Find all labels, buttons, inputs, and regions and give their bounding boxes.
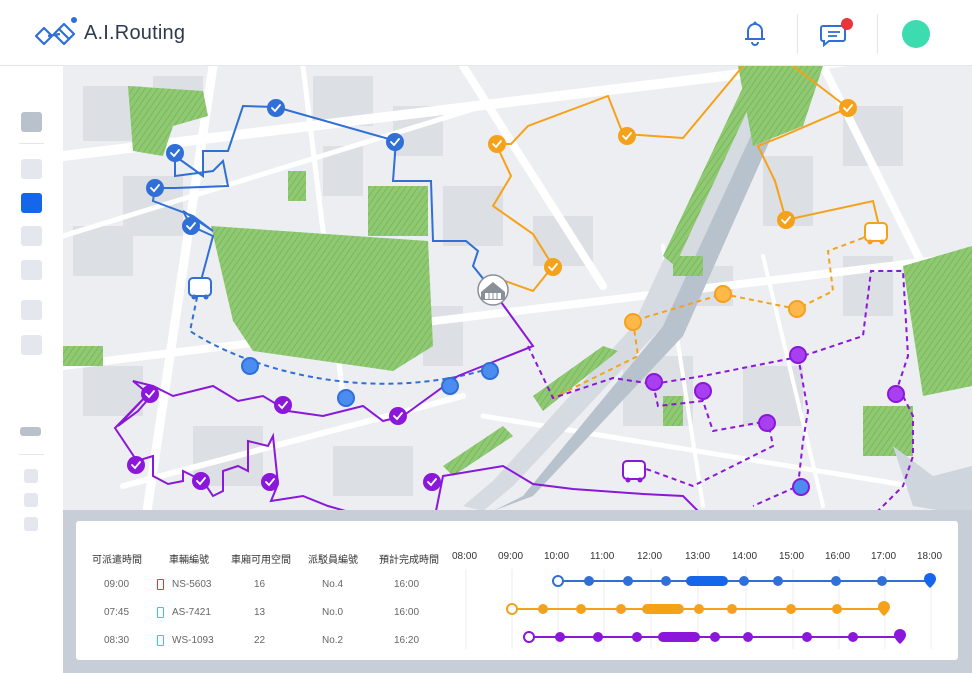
sidebar-item-1[interactable] — [21, 112, 42, 132]
sidebar-item-6[interactable] — [21, 335, 42, 355]
sidebar-item-2[interactable] — [21, 159, 42, 179]
header-divider — [877, 14, 878, 54]
truck-icon-purple — [622, 460, 646, 483]
schedule-card: 可派遣時間 車輛編號 車廂可用空間 派駁員編號 預計完成時間 09:00 NS-… — [76, 521, 958, 660]
sidebar-item-9[interactable] — [24, 517, 38, 531]
truck-icon-orange — [864, 222, 888, 245]
sidebar-item-3[interactable] — [21, 226, 42, 246]
bell-icon[interactable] — [740, 18, 770, 48]
avatar[interactable] — [902, 20, 930, 48]
sidebar-item-7[interactable] — [24, 469, 38, 483]
top-header: A.I.Routing — [0, 0, 972, 66]
chat-icon[interactable] — [820, 18, 856, 48]
sidebar-item-active[interactable] — [21, 193, 42, 213]
app-title: A.I.Routing — [84, 22, 186, 44]
sidebar-divider — [19, 454, 44, 455]
sidebar-item-8[interactable] — [24, 493, 38, 507]
truck-icon-blue — [188, 277, 212, 300]
dispatch-panel: 可派遣時間 車輛編號 車廂可用空間 派駁員編號 預計完成時間 09:00 NS-… — [63, 510, 972, 673]
sidebar-divider — [19, 143, 44, 144]
sidebar-item-collapse[interactable] — [20, 427, 41, 436]
timeline-gantt[interactable] — [76, 521, 958, 660]
notification-dot — [841, 18, 853, 30]
sidebar-item-4[interactable] — [21, 260, 42, 280]
sidebar-item-5[interactable] — [21, 300, 42, 320]
header-divider — [797, 14, 798, 54]
satellite-logo-icon — [34, 17, 77, 46]
depot-icon — [477, 274, 509, 306]
sidebar — [0, 66, 63, 673]
